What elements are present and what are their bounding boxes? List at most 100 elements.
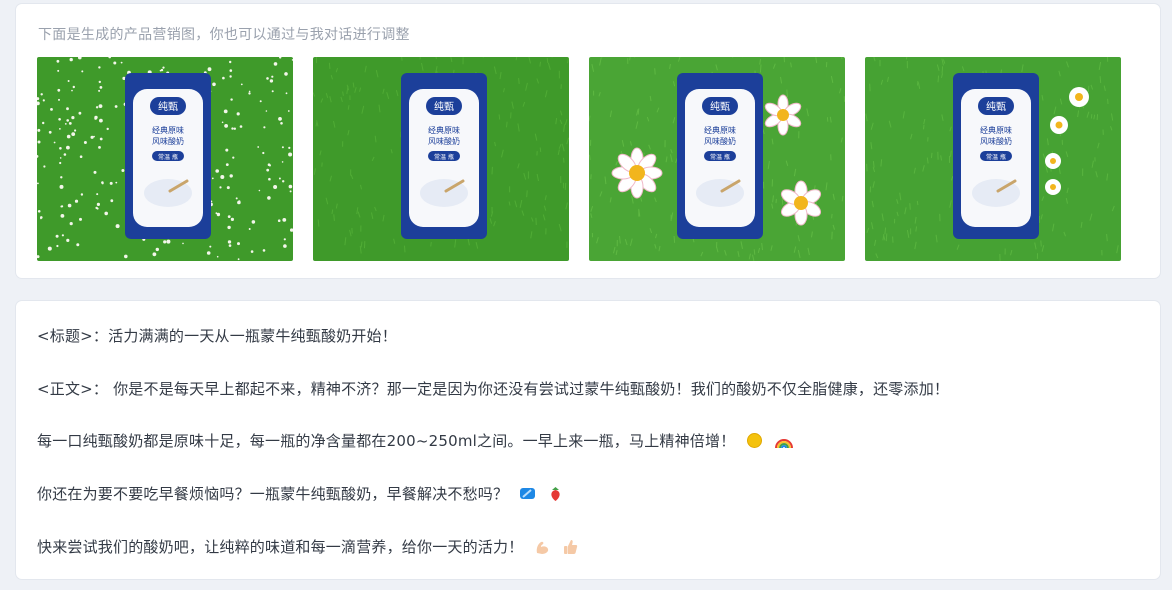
grass-blade [317, 219, 320, 227]
tiny-flower [120, 61, 123, 64]
tiny-flower [166, 239, 171, 244]
tiny-flower [59, 147, 62, 150]
yogurt-carton: 纯甄 经典原味 风味酸奶 常温 瓶 [125, 73, 211, 239]
tiny-flower [98, 80, 101, 84]
grass-blade [753, 249, 756, 255]
tiny-flower [115, 181, 118, 184]
product-image-grass-daisies[interactable]: 纯甄 经典原味 风味酸奶 常温 瓶 [589, 57, 845, 261]
tiny-flower [215, 169, 219, 173]
tiny-flower [239, 125, 243, 128]
tiny-flower [99, 118, 103, 123]
small-daisy [1069, 87, 1089, 107]
intro-text: 下面是生成的产品营销图，你也可以通过与我对话进行调整 [38, 27, 410, 43]
tiny-flower [225, 163, 229, 166]
tiny-flower [95, 106, 99, 109]
tiny-flower [268, 177, 271, 181]
grass-blade [589, 154, 591, 160]
tiny-flower [55, 234, 59, 238]
tiny-flower [58, 98, 60, 101]
svg-text:风味酸奶: 风味酸奶 [980, 136, 1012, 146]
tiny-flower [273, 185, 278, 189]
tiny-flower [59, 128, 61, 130]
tiny-flower [47, 246, 52, 251]
tiny-flower [259, 100, 262, 103]
tiny-flower [230, 98, 233, 101]
tiny-flower [229, 60, 232, 64]
tiny-flower [237, 242, 240, 246]
grass-blade [506, 121, 508, 128]
tiny-flower [216, 212, 221, 217]
tiny-flower [250, 250, 254, 253]
tiny-flower [96, 193, 99, 196]
flexed-biceps-emoji [534, 538, 551, 559]
tiny-flower [57, 69, 60, 72]
tiny-flower [99, 137, 103, 141]
tiny-flower [226, 186, 230, 190]
tiny-flower [219, 186, 222, 189]
tiny-flower [273, 62, 278, 66]
tiny-flower [98, 104, 103, 108]
tiny-flower [104, 211, 108, 216]
tiny-flower [101, 182, 104, 185]
copy-paragraph-3: 快来尝试我们的酸奶吧，让纯粹的味道和每一滴营养，给你一天的活力！ [37, 536, 579, 559]
svg-text:常温 瓶: 常温 瓶 [986, 153, 1006, 161]
generated-images-card: 下面是生成的产品营销图，你也可以通过与我对话进行调整 纯甄 经典原味 风味酸奶 … [16, 4, 1160, 278]
svg-text:风味酸奶: 风味酸奶 [428, 136, 460, 146]
tiny-flower [233, 127, 236, 130]
tiny-flower [68, 122, 72, 125]
grass-blade [539, 61, 541, 67]
svg-text:经典原味: 经典原味 [428, 125, 460, 135]
tiny-flower [59, 157, 62, 159]
svg-text:经典原味: 经典原味 [704, 125, 736, 135]
yogurt-carton: 纯甄 经典原味 风味酸奶 常温 瓶 [401, 73, 487, 239]
tiny-flower [98, 66, 101, 69]
tiny-flower [74, 199, 79, 203]
tiny-flower [282, 218, 287, 222]
droplet-emoji [519, 485, 536, 506]
tiny-flower [224, 124, 229, 128]
tiny-flower [278, 177, 281, 180]
grass-blade [880, 159, 883, 167]
grass-blade [930, 152, 933, 159]
tiny-flower [69, 222, 73, 226]
tiny-flower [282, 180, 285, 183]
tiny-flower [266, 77, 269, 80]
svg-text:风味酸奶: 风味酸奶 [152, 136, 184, 146]
svg-text:纯甄: 纯甄 [158, 100, 178, 113]
product-image-grass-small-daisies[interactable]: 纯甄 经典原味 风味酸奶 常温 瓶 [865, 57, 1121, 261]
tiny-flower [271, 90, 274, 93]
grass-blade [909, 203, 911, 210]
tiny-flower [64, 123, 67, 125]
tiny-flower [248, 228, 251, 230]
tiny-flower [98, 89, 101, 92]
tiny-flower [287, 110, 290, 112]
tiny-flower [159, 69, 162, 72]
tiny-flower [57, 88, 61, 92]
grass-blade [885, 233, 888, 242]
tiny-flower [72, 85, 75, 89]
grass-blade [1096, 114, 1099, 121]
tiny-flower [60, 214, 65, 218]
tiny-flower [216, 255, 219, 258]
tiny-flower [61, 234, 64, 237]
tiny-flower [66, 238, 70, 242]
tiny-flower [288, 184, 293, 189]
copy-body-line: <正文>： 你是不是每天早上都起不来，精神不济？那一定是因为你还没有尝试过蒙牛纯… [37, 380, 950, 398]
svg-text:风味酸奶: 风味酸奶 [704, 136, 736, 146]
tiny-flower [115, 224, 120, 229]
rainbow-emoji [774, 432, 794, 453]
tiny-flower [155, 247, 159, 252]
tiny-flower [288, 146, 291, 149]
tiny-flower [83, 141, 87, 144]
tiny-flower [288, 152, 293, 157]
svg-text:常温 瓶: 常温 瓶 [158, 153, 178, 161]
svg-text:常温 瓶: 常温 瓶 [710, 153, 730, 161]
tiny-flower [96, 202, 100, 206]
tiny-flower [266, 168, 270, 172]
product-image-grass-dots[interactable]: 纯甄 经典原味 风味酸奶 常温 瓶 [37, 57, 293, 261]
tiny-flower [37, 210, 41, 213]
product-image-grass-plain[interactable]: 纯甄 经典原味 风味酸奶 常温 瓶 [313, 57, 569, 261]
grass-blade [884, 227, 887, 235]
tiny-flower [251, 220, 256, 224]
tiny-flower [248, 90, 251, 93]
